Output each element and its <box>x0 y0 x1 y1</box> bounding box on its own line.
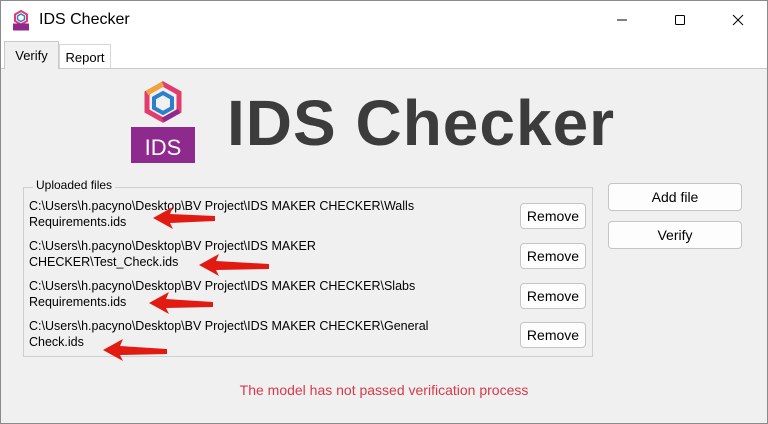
tab-verify[interactable]: Verify <box>4 41 59 69</box>
minimize-button[interactable] <box>597 1 647 39</box>
remove-button[interactable]: Remove <box>520 322 586 348</box>
file-path-line: C:\Users\h.pacyno\Desktop\BV Project\IDS… <box>29 319 429 333</box>
file-path-3: C:\Users\h.pacyno\Desktop\BV Project\IDS… <box>29 278 469 310</box>
verification-status: The model has not passed verification pr… <box>239 382 529 398</box>
add-file-button[interactable]: Add file <box>608 183 742 211</box>
logo-text: IDS <box>145 135 182 160</box>
app-logo-icon <box>13 10 29 31</box>
remove-button[interactable]: Remove <box>520 243 586 269</box>
app-window: IDS Checker Verify Report IDS IDS Checke… <box>0 0 768 424</box>
tab-report[interactable]: Report <box>59 44 111 69</box>
minimize-icon <box>617 19 627 21</box>
maximize-button[interactable] <box>655 1 705 39</box>
uploaded-files-label: Uploaded files <box>33 178 116 192</box>
annotation-arrow-icon <box>199 254 269 276</box>
maximize-icon <box>675 15 685 25</box>
file-path-line: Requirements.ids <box>29 215 127 229</box>
tab-strip: Verify Report <box>1 39 767 69</box>
file-path-line: Requirements.ids <box>29 295 127 309</box>
tab-divider <box>1 68 767 69</box>
file-path-line: C:\Users\h.pacyno\Desktop\BV Project\IDS… <box>29 199 415 213</box>
ids-logo: IDS <box>131 81 195 163</box>
file-path-1: C:\Users\h.pacyno\Desktop\BV Project\IDS… <box>29 198 469 230</box>
file-path-line: C:\Users\h.pacyno\Desktop\BV Project\IDS… <box>29 279 416 293</box>
page-title: IDS Checker <box>227 87 616 159</box>
annotation-arrow-icon <box>103 339 167 361</box>
remove-button[interactable]: Remove <box>520 203 586 229</box>
window-title: IDS Checker <box>39 11 130 28</box>
verify-button[interactable]: Verify <box>608 221 742 249</box>
annotation-arrow-icon <box>149 292 213 314</box>
annotation-arrow-icon <box>153 207 215 229</box>
title-bar: IDS Checker <box>1 1 767 39</box>
file-path-line: Check.ids <box>29 335 84 349</box>
file-path-4: C:\Users\h.pacyno\Desktop\BV Project\IDS… <box>29 318 469 350</box>
remove-button[interactable]: Remove <box>520 283 586 309</box>
close-button[interactable] <box>713 1 763 39</box>
close-icon <box>732 14 744 26</box>
